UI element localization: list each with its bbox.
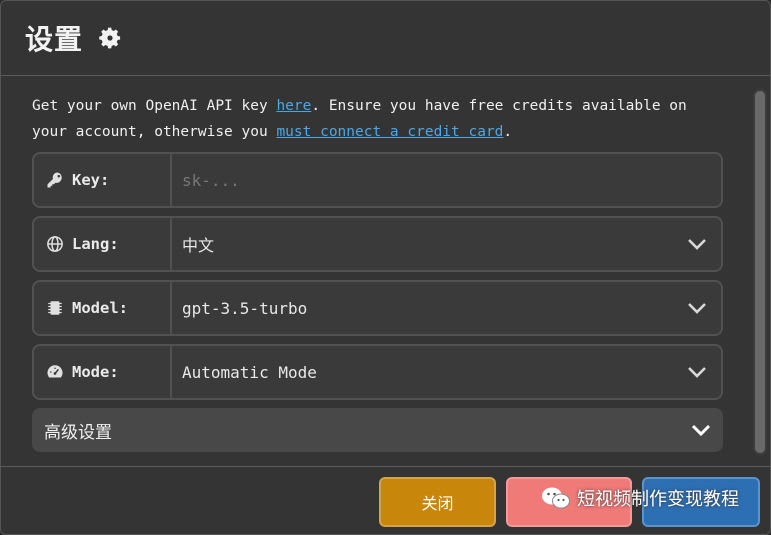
model-row[interactable]: Model: gpt-3.5-turbo [32,280,723,336]
advanced-settings-label: 高级设置 [44,422,112,443]
globe-icon [47,236,63,252]
dialog-body: Get your own OpenAI API key here. Ensure… [1,77,770,465]
scrollbar-thumb[interactable] [755,91,765,453]
mode-select[interactable]: Automatic Mode [172,346,721,398]
chip-icon [48,301,62,315]
chevron-down-icon [688,239,706,250]
mode-label-text: Mode: [72,363,119,381]
credit-card-link[interactable]: must connect a credit card [276,124,503,140]
key-label-text: Key: [72,171,110,189]
model-select[interactable]: gpt-3.5-turbo [172,282,721,334]
model-selected-value: gpt-3.5-turbo [182,298,308,318]
intro-text: Get your own OpenAI API key here. Ensure… [32,93,722,145]
key-row: Key: [32,152,723,208]
key-icon [47,172,62,188]
model-label: Model: [34,282,172,334]
chevron-down-icon [688,303,706,314]
watermark-text: 短视频制作变现教程 [577,489,739,510]
close-button[interactable]: 关闭 [379,477,496,527]
settings-dialog: 设置 Get your own OpenAI API key here. Ens… [0,0,771,535]
gear-icon [99,27,121,49]
mode-row[interactable]: Mode: Automatic Mode [32,344,723,400]
chevron-down-icon [691,424,711,436]
mode-label: Mode: [34,346,172,398]
lang-label-text: Lang: [72,235,119,253]
dialog-header: 设置 [1,1,770,76]
lang-row[interactable]: Lang: 中文 [32,216,723,272]
wechat-icon [542,487,570,509]
lang-selected-value: 中文 [182,236,215,255]
close-button-label: 关闭 [421,494,454,513]
mode-selected-value: Automatic Mode [182,362,317,382]
gauge-icon [47,365,63,378]
key-label: Key: [34,154,172,206]
api-key-input[interactable] [182,170,721,190]
lang-label: Lang: [34,218,172,270]
lang-select[interactable]: 中文 [172,218,721,270]
intro-text-3: . [503,124,513,140]
watermark: 短视频制作变现教程 [541,485,739,511]
intro-text-1: Get your own OpenAI API key [32,98,277,114]
advanced-settings-toggle[interactable]: 高级设置 [32,408,723,452]
model-label-text: Model: [72,299,128,317]
api-key-link[interactable]: here [276,98,311,114]
chevron-down-icon [688,367,706,378]
dialog-title: 设置 [25,23,84,56]
key-value-cell [172,154,721,206]
